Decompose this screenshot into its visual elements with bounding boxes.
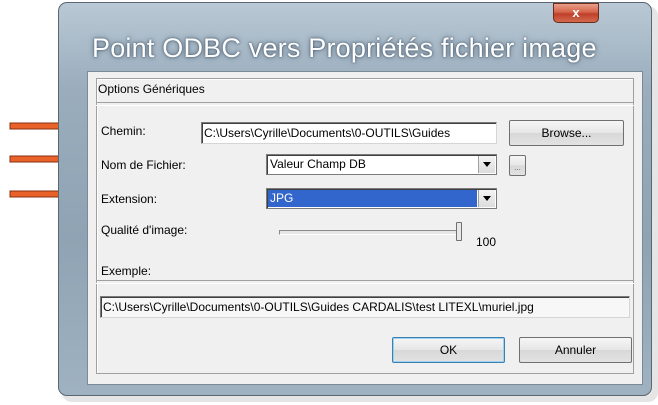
extension-label: Extension:	[101, 192, 158, 206]
nom-fichier-label: Nom de Fichier:	[101, 158, 186, 172]
qualite-slider-thumb[interactable]	[456, 222, 462, 241]
close-icon: x	[572, 5, 580, 20]
group-title: Options Génériques	[98, 82, 205, 96]
nom-fichier-selected-value: Valeur Champ DB	[270, 157, 366, 171]
exemple-separator	[96, 280, 634, 284]
qualite-label: Qualité d'image:	[101, 223, 188, 237]
close-button[interactable]: x	[553, 3, 599, 23]
qualite-value: 100	[476, 235, 497, 249]
exemple-label: Exemple:	[101, 264, 152, 278]
extension-selection-highlight	[268, 190, 477, 207]
cancel-button[interactable]: Annuler	[519, 337, 632, 363]
window-title: Point ODBC vers Propriétés fichier image	[92, 33, 597, 63]
title-bar[interactable]: Point ODBC vers Propriétés fichier image…	[59, 3, 651, 73]
group-separator	[96, 102, 634, 106]
qualite-slider-track[interactable]	[279, 230, 461, 235]
extension-dropdown-button[interactable]	[478, 190, 495, 207]
nom-fichier-more-button[interactable]: ...	[509, 155, 526, 176]
nom-fichier-dropdown-button[interactable]	[478, 156, 495, 173]
ok-button[interactable]: OK	[392, 337, 505, 363]
dialog-client-area: Options Génériques Chemin: C:\Users\Cyri…	[87, 71, 643, 385]
browse-button[interactable]: Browse...	[509, 120, 624, 146]
chevron-down-icon	[483, 196, 491, 201]
chemin-label: Chemin:	[101, 124, 146, 138]
exemple-field[interactable]: C:\Users\Cyrille\Documents\0-OUTILS\Guid…	[100, 296, 630, 318]
extension-select[interactable]: JPG	[266, 188, 497, 209]
extension-selected-value: JPG	[270, 191, 294, 205]
dialog-window: Point ODBC vers Propriétés fichier image…	[58, 2, 652, 396]
chevron-down-icon	[483, 162, 491, 167]
chemin-input[interactable]: C:\Users\Cyrille\Documents\0-OUTILS\Guid…	[201, 122, 497, 144]
nom-fichier-select[interactable]: Valeur Champ DB	[266, 154, 497, 175]
